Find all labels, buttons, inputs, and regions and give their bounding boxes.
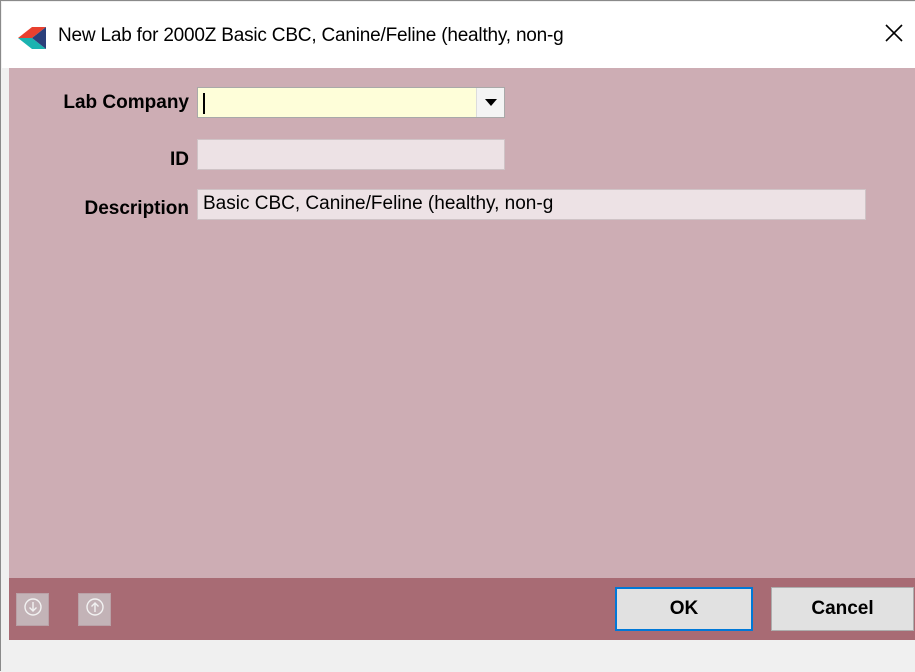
close-icon — [885, 23, 903, 47]
app-logo-icon — [18, 27, 48, 49]
close-button[interactable] — [873, 2, 915, 68]
arrow-up-circle-icon — [85, 597, 105, 622]
arrow-down-circle-icon — [23, 597, 43, 622]
lab-company-combobox[interactable] — [197, 87, 505, 118]
title-bar[interactable]: New Lab for 2000Z Basic CBC, Canine/Feli… — [2, 2, 915, 68]
status-bar — [9, 640, 915, 672]
form-panel: Lab Company ID Description Basic CBC, Ca… — [9, 68, 915, 578]
ok-button[interactable]: OK — [615, 587, 753, 631]
button-bar: OK Cancel — [9, 578, 915, 640]
lab-company-dropdown-button[interactable] — [476, 88, 504, 117]
chevron-down-icon — [484, 94, 497, 112]
window-title: New Lab for 2000Z Basic CBC, Canine/Feli… — [58, 25, 564, 46]
text-caret — [203, 93, 205, 114]
lab-company-label: Lab Company — [63, 92, 189, 113]
move-up-button[interactable] — [78, 593, 111, 626]
dialog-window: New Lab for 2000Z Basic CBC, Canine/Feli… — [0, 0, 915, 672]
id-label: ID — [170, 149, 189, 170]
move-down-button[interactable] — [16, 593, 49, 626]
description-field[interactable]: Basic CBC, Canine/Feline (healthy, non-g — [197, 189, 866, 220]
description-label: Description — [84, 198, 189, 219]
cancel-button[interactable]: Cancel — [771, 587, 914, 631]
id-field[interactable] — [197, 139, 505, 170]
